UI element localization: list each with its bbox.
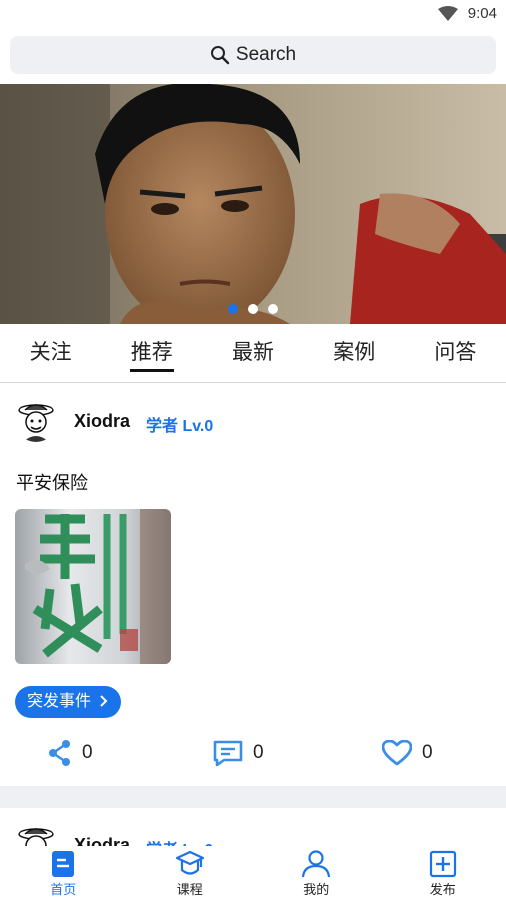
status-time: 9:04: [467, 5, 497, 22]
comment-icon: [213, 740, 243, 766]
search-icon: [210, 46, 230, 65]
like-count: 0: [422, 742, 433, 763]
feed-separator: [0, 786, 506, 808]
carousel-dots: [0, 304, 506, 314]
post-card[interactable]: Xiodra 学者 Lv.0: [0, 808, 506, 848]
nav-profile[interactable]: 我的: [253, 846, 380, 900]
chevron-right-icon: [100, 695, 108, 707]
nav-courses[interactable]: 课程: [127, 846, 254, 900]
share-button[interactable]: 0: [48, 740, 93, 766]
share-icon: [49, 740, 70, 766]
home-icon: [52, 851, 75, 877]
nav-publish[interactable]: 发布: [380, 846, 506, 900]
search-label: Search: [235, 44, 297, 65]
post-image-graphic: [15, 509, 171, 664]
like-button[interactable]: 0: [382, 740, 433, 766]
tab-follow[interactable]: 关注: [0, 324, 101, 382]
post-username[interactable]: Xiodra: [74, 411, 130, 432]
tab-active-indicator: [129, 369, 174, 372]
nav-home[interactable]: 首页: [0, 846, 127, 900]
tab-latest[interactable]: 最新: [202, 324, 303, 382]
comment-count: 0: [253, 742, 264, 763]
avatar[interactable]: [15, 400, 57, 442]
category-tabs: 关注 推荐 最新 案例 问答: [0, 324, 506, 383]
carousel-dot[interactable]: [228, 304, 238, 314]
post-image[interactable]: [15, 509, 171, 664]
tab-qa[interactable]: 问答: [405, 324, 506, 382]
user-level-badge: 学者 Lv.0: [146, 418, 214, 435]
add-square-icon: [429, 850, 456, 878]
graduation-cap-icon: [175, 850, 204, 875]
avatar[interactable]: [15, 824, 57, 848]
banner-image: [0, 84, 506, 324]
comment-button[interactable]: 0: [213, 740, 264, 766]
tab-recommended[interactable]: 推荐: [101, 324, 202, 382]
topic-tag[interactable]: 突发事件: [15, 686, 122, 718]
heart-icon: [382, 740, 412, 766]
search-bar[interactable]: Search: [10, 36, 496, 74]
avatar-image: [15, 400, 57, 442]
carousel-dot[interactable]: [248, 304, 258, 314]
wifi-icon: [438, 6, 458, 21]
status-bar: 9:04: [0, 0, 506, 28]
carousel-dot[interactable]: [268, 304, 278, 314]
user-icon: [302, 850, 331, 878]
bottom-navigation: 首页 课程 我的 发布: [0, 846, 506, 900]
banner-carousel[interactable]: [0, 84, 506, 324]
avatar-image: [15, 824, 57, 848]
share-count: 0: [82, 742, 93, 763]
post-title[interactable]: 平安保险: [16, 469, 88, 495]
tab-cases[interactable]: 案例: [304, 324, 405, 382]
post-card[interactable]: Xiodra 学者 Lv.0 平安保险 突发事件 0 0 0: [0, 384, 506, 786]
post-actions: 0 0 0: [0, 734, 506, 774]
